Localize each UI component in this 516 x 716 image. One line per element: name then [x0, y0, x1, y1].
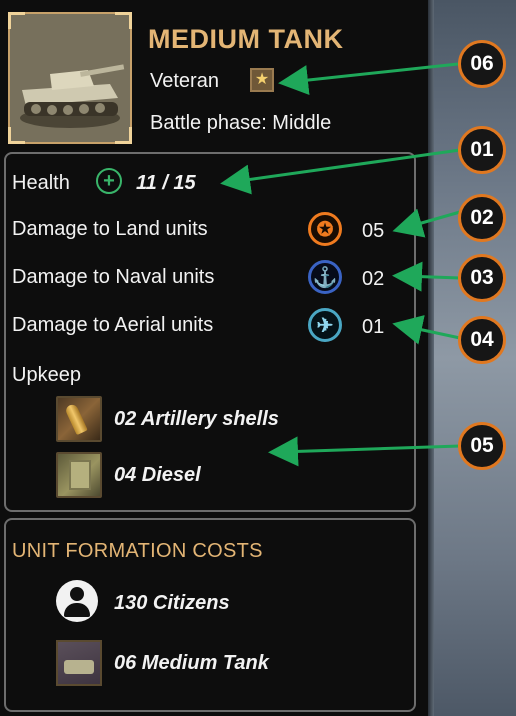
callout-badge: 01 — [458, 126, 506, 174]
arrow-05 — [268, 436, 461, 467]
callout-badge: 06 — [458, 40, 506, 88]
callout-badge: 02 — [458, 194, 506, 242]
arrow-01 — [220, 148, 461, 195]
arrow-03 — [392, 261, 461, 292]
callout-arrows — [220, 62, 461, 467]
arrow-06 — [278, 62, 459, 95]
arrow-04 — [392, 315, 461, 345]
callout-badge: 04 — [458, 316, 506, 364]
arrow-02 — [392, 208, 461, 238]
callout-badge: 03 — [458, 254, 506, 302]
callout-badge: 05 — [458, 422, 506, 470]
